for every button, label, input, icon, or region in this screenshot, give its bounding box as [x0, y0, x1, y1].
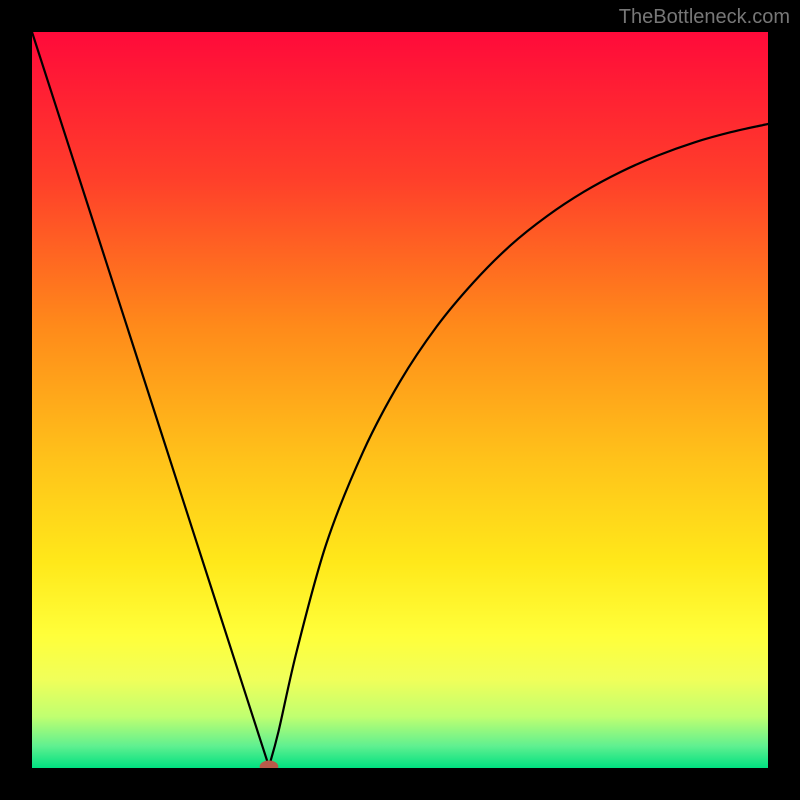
- minimum-marker: [260, 761, 278, 768]
- watermark-text: TheBottleneck.com: [619, 6, 790, 29]
- gradient-background: [32, 32, 768, 768]
- figure-outer: TheBottleneck.com: [0, 0, 800, 800]
- plot-area: [32, 32, 768, 768]
- chart-canvas: [32, 32, 768, 768]
